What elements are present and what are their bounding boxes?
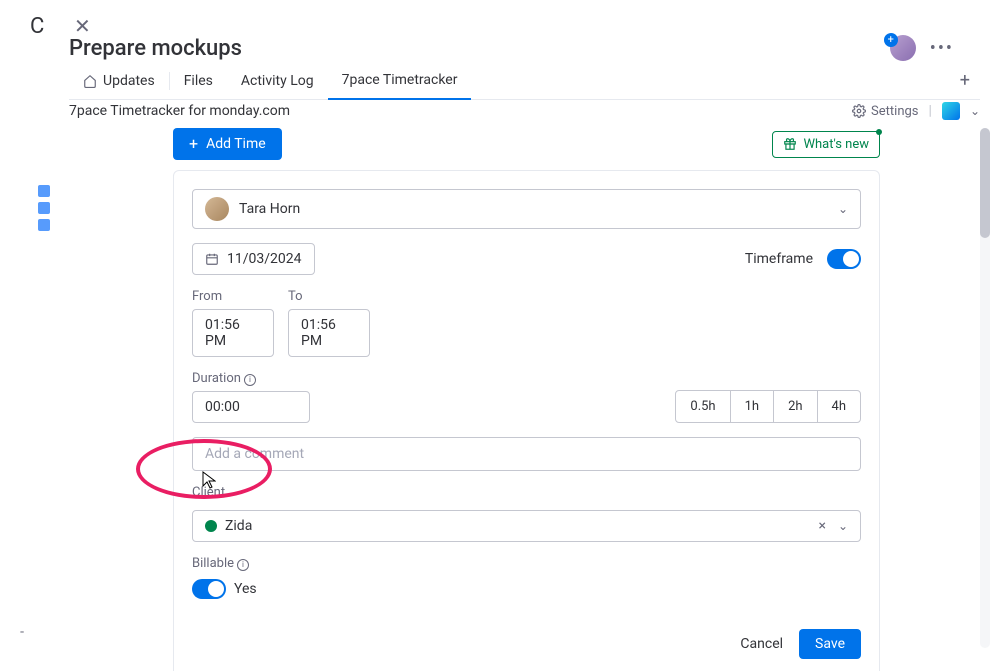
item-panel: ✕ Prepare mockups ••• Updates Files Acti…: [55, 0, 994, 671]
scrollbar-track[interactable]: [980, 128, 990, 648]
chevron-down-icon[interactable]: ⌄: [838, 519, 848, 533]
quick-duration-4h[interactable]: 4h: [818, 391, 860, 422]
brand-icon[interactable]: [942, 102, 960, 120]
chevron-down-icon[interactable]: ⌄: [970, 104, 980, 118]
scrollbar-thumb[interactable]: [980, 128, 990, 238]
tab-7pace[interactable]: 7pace Timetracker: [328, 62, 472, 100]
whats-new-button[interactable]: What's new: [772, 131, 880, 158]
tab-label: Files: [184, 73, 213, 89]
date-field[interactable]: 11/03/2024: [192, 243, 315, 275]
gear-icon: [852, 104, 866, 118]
client-value: Zida: [225, 518, 252, 534]
tab-bar: Updates Files Activity Log 7pace Timetra…: [69, 62, 980, 100]
duration-input[interactable]: 00:00: [192, 391, 310, 423]
page-title: Prepare mockups: [69, 36, 242, 61]
cursor-icon: [202, 471, 216, 489]
add-time-label: Add Time: [206, 136, 266, 152]
tab-files[interactable]: Files: [170, 63, 227, 99]
add-time-button[interactable]: + Add Time: [173, 128, 282, 160]
tab-label: Activity Log: [241, 73, 314, 89]
comment-input[interactable]: Add a comment: [192, 437, 861, 471]
sidebar-minimize-icon[interactable]: -: [17, 624, 27, 634]
info-icon[interactable]: i: [237, 559, 249, 571]
billable-label: Billablei: [192, 556, 861, 571]
to-label: To: [288, 289, 370, 304]
to-time-input[interactable]: 01:56 PM: [288, 309, 370, 357]
app-subtitle: 7pace Timetracker for monday.com: [69, 103, 290, 119]
quick-duration-0.5h[interactable]: 0.5h: [676, 391, 730, 422]
timeframe-toggle[interactable]: [827, 249, 861, 269]
background-item: [38, 219, 50, 231]
background-item: [38, 185, 50, 197]
quick-duration-1h[interactable]: 1h: [731, 391, 774, 422]
add-tab-icon[interactable]: +: [950, 64, 980, 97]
add-time-form: Tara Horn ⌄ 11/03/2024 Timeframe From 01…: [173, 170, 880, 671]
tab-activity-log[interactable]: Activity Log: [227, 63, 328, 99]
duration-label: Durationi: [192, 371, 310, 386]
billable-toggle[interactable]: [192, 579, 226, 599]
info-icon[interactable]: i: [244, 374, 256, 386]
background-item: [38, 202, 50, 214]
user-select-name: Tara Horn: [239, 201, 828, 217]
tab-label: Updates: [103, 73, 155, 89]
settings-separator: |: [929, 103, 932, 119]
avatar: [205, 197, 229, 221]
more-menu-icon[interactable]: •••: [930, 38, 954, 59]
whats-new-label: What's new: [803, 137, 869, 152]
plus-icon: +: [189, 136, 198, 152]
settings-label: Settings: [871, 104, 918, 119]
user-select[interactable]: Tara Horn ⌄: [192, 189, 861, 229]
client-select[interactable]: Zida × ⌄: [192, 510, 861, 542]
background-letter: C: [30, 14, 44, 39]
client-label: Client: [192, 485, 861, 500]
calendar-icon: [205, 252, 219, 266]
clear-client-icon[interactable]: ×: [818, 518, 825, 534]
settings-link[interactable]: Settings: [852, 104, 918, 119]
tab-label: 7pace Timetracker: [342, 72, 458, 88]
save-button[interactable]: Save: [799, 629, 861, 659]
quick-duration-2h[interactable]: 2h: [774, 391, 817, 422]
cancel-button[interactable]: Cancel: [740, 636, 783, 652]
tab-updates[interactable]: Updates: [69, 63, 169, 99]
from-time-input[interactable]: 01:56 PM: [192, 309, 274, 357]
gift-icon: [783, 137, 797, 151]
client-color-dot: [205, 520, 217, 532]
quick-duration-group: 0.5h 1h 2h 4h: [675, 390, 861, 423]
date-value: 11/03/2024: [227, 251, 302, 267]
from-label: From: [192, 289, 274, 304]
billable-value: Yes: [234, 581, 257, 597]
chevron-down-icon: ⌄: [838, 202, 848, 216]
add-member-avatar[interactable]: [890, 35, 916, 61]
home-icon: [83, 74, 97, 88]
timeframe-label: Timeframe: [745, 251, 813, 267]
